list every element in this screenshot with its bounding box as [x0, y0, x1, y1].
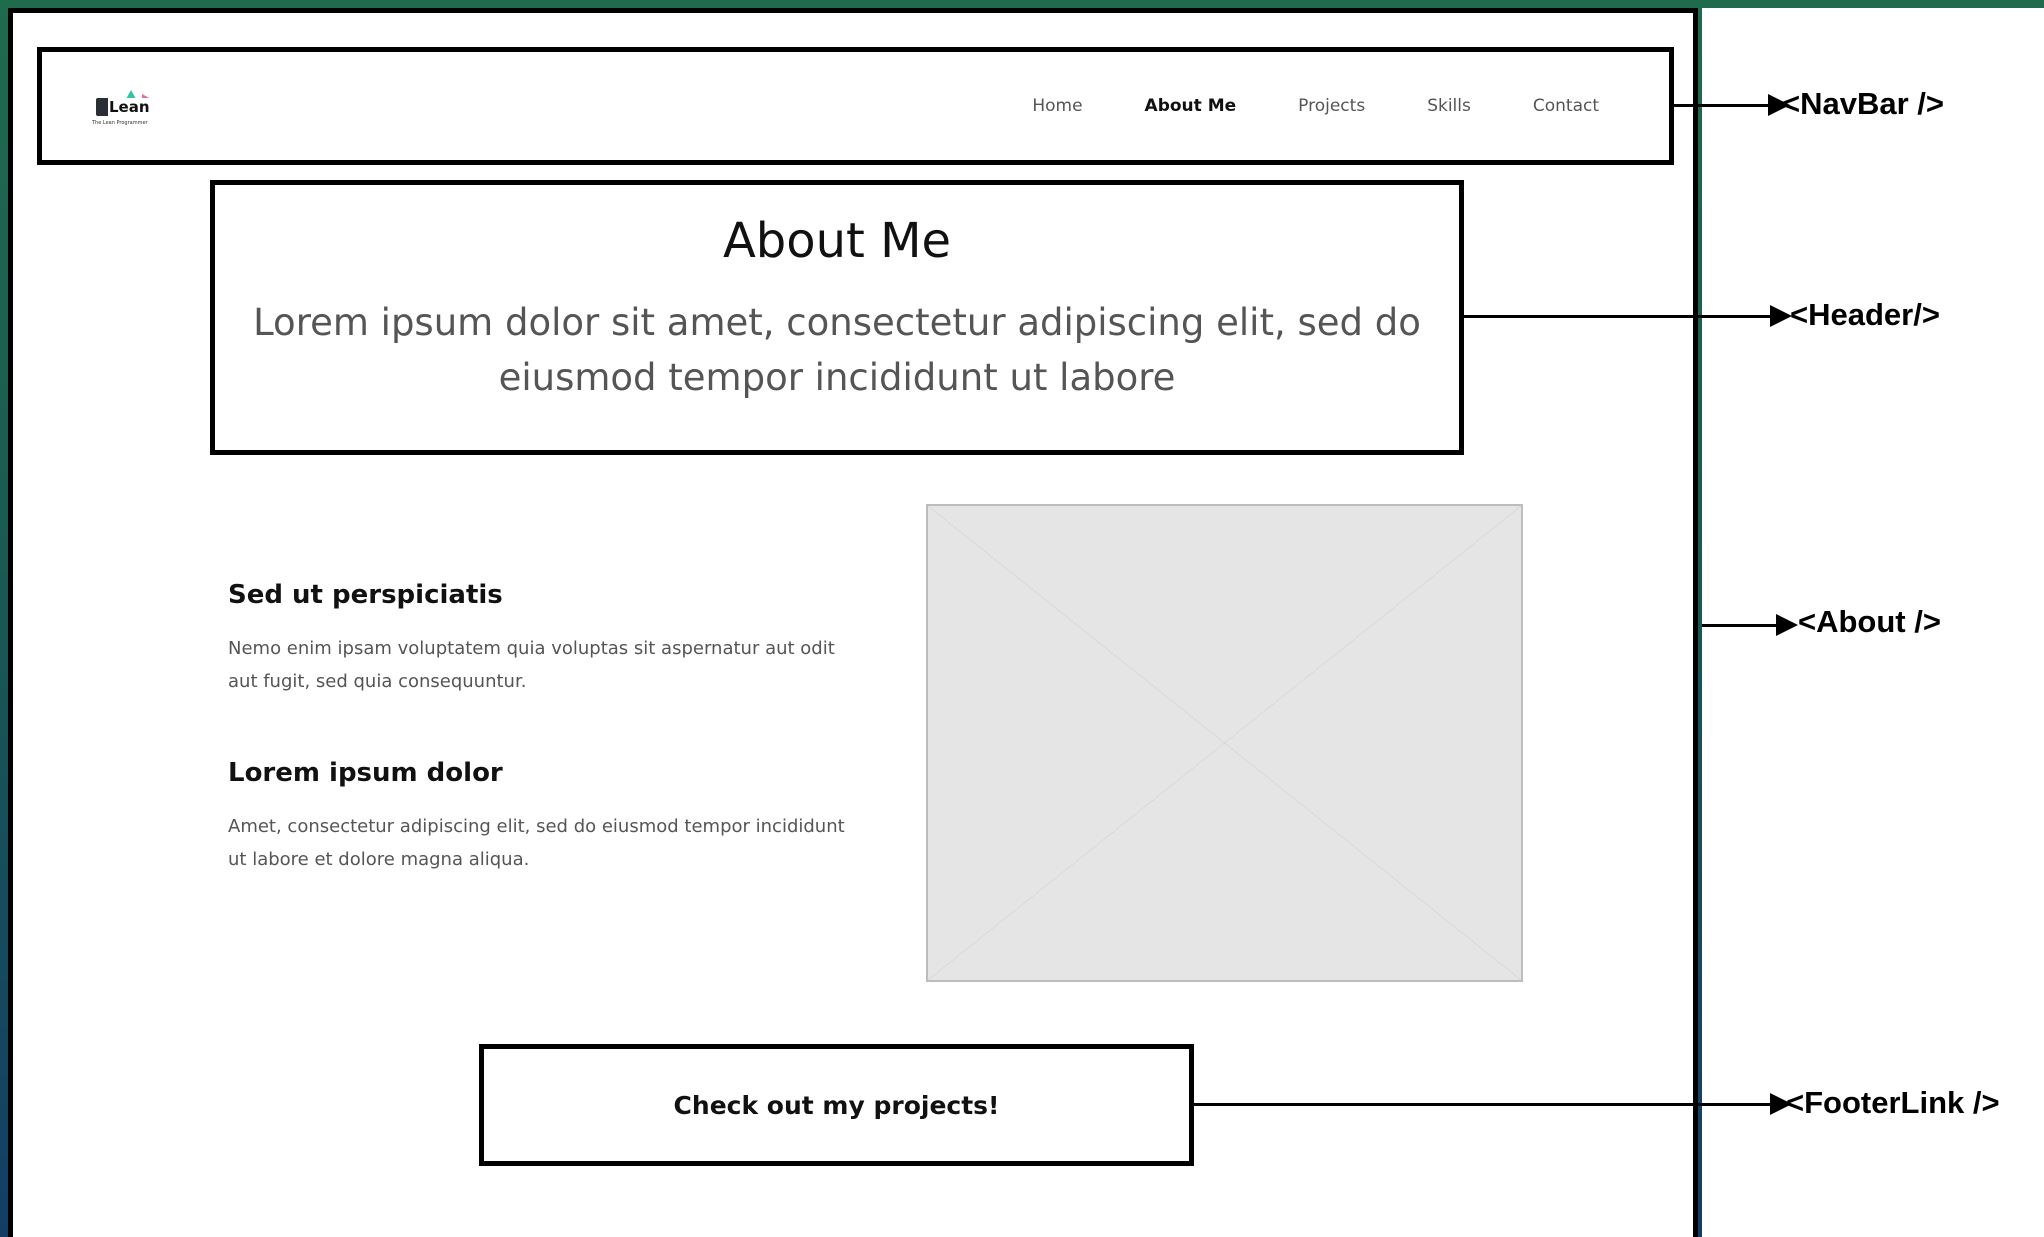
nav-link-home[interactable]: Home	[1032, 96, 1082, 116]
about-heading: Lorem ipsum dolor	[228, 758, 503, 788]
logo-tagline: The Lean Programmer	[92, 120, 148, 126]
navbar-connector	[1674, 104, 1770, 107]
footer-link-label: Check out my projects!	[673, 1090, 1000, 1120]
image-placeholder-icon	[928, 506, 1521, 980]
nav-link-contact[interactable]: Contact	[1533, 96, 1599, 116]
about-heading: Sed ut perspiciatis	[228, 580, 503, 610]
arrow-right-icon	[1770, 305, 1792, 327]
navbar: Lean The Lean Programmer Home About Me P…	[37, 47, 1674, 165]
header: About Me Lorem ipsum dolor sit amet, con…	[210, 180, 1464, 455]
logo-word: Lean	[108, 98, 151, 116]
footer-link[interactable]: Check out my projects!	[479, 1044, 1194, 1166]
about-connector	[1702, 624, 1778, 627]
logo[interactable]: Lean The Lean Programmer	[90, 90, 160, 130]
image-placeholder	[926, 504, 1523, 982]
annotation-footer-link: <FooterLink />	[1786, 1085, 2000, 1120]
about-section-1: Sed ut perspiciatis Nemo enim ipsam volu…	[228, 580, 868, 698]
footer-connector	[1194, 1103, 1772, 1106]
annotation-header: <Header/>	[1790, 297, 1940, 332]
nav-link-projects[interactable]: Projects	[1298, 96, 1365, 116]
about-section-2: Lorem ipsum dolor Amet, consectetur adip…	[228, 758, 868, 876]
about-body: Nemo enim ipsam voluptatem quia voluptas…	[228, 638, 835, 692]
arrow-right-icon	[1776, 614, 1798, 636]
header-connector	[1464, 315, 1772, 318]
nav-link-skills[interactable]: Skills	[1427, 96, 1471, 116]
annotation-navbar: <NavBar />	[1782, 86, 1944, 121]
nav-link-about-me[interactable]: About Me	[1145, 96, 1237, 116]
about-body: Amet, consectetur adipiscing elit, sed d…	[228, 816, 845, 870]
nav-links: Home About Me Projects Skills Contact	[970, 52, 1599, 160]
header-subtitle: Lorem ipsum dolor sit amet, consectetur …	[253, 301, 1421, 399]
page-title: About Me	[722, 213, 952, 269]
annotation-about: <About />	[1798, 604, 1941, 639]
